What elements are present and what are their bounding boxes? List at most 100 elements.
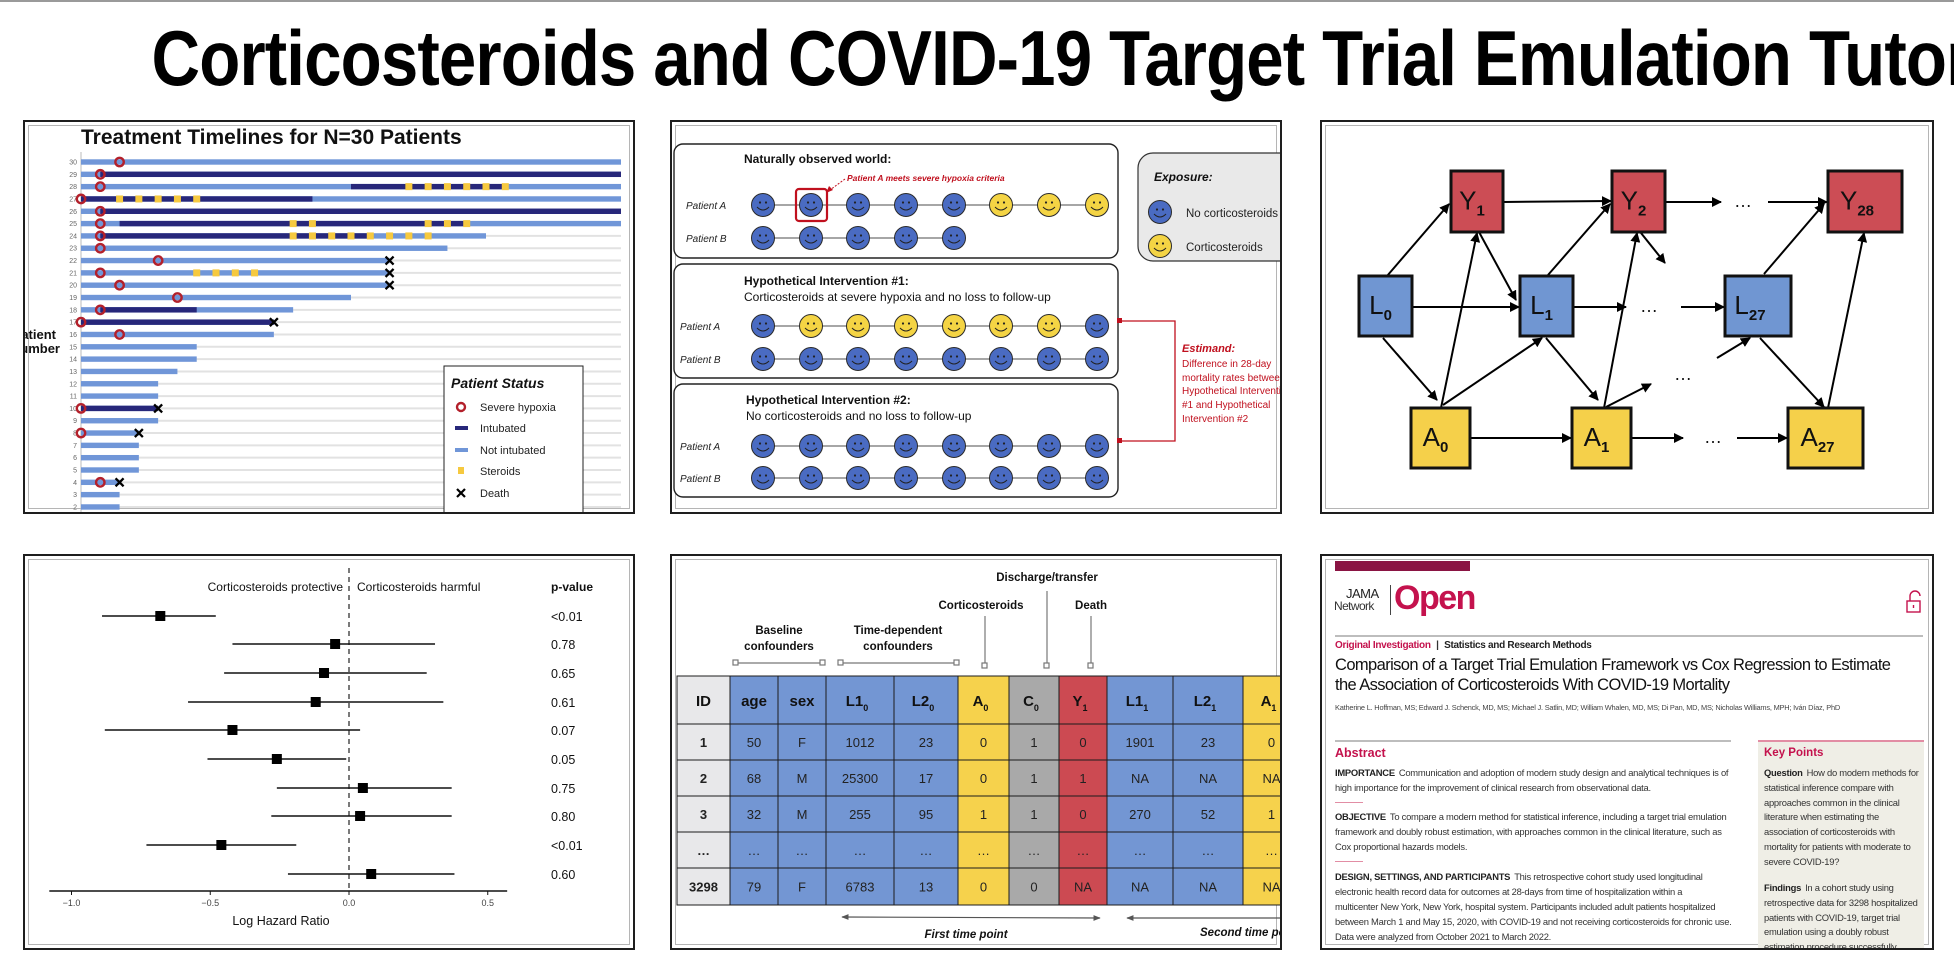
estimate-row: 0.07: [104, 724, 575, 738]
cell-value: …: [1077, 843, 1090, 858]
key-points-line: approaches common in the clinical: [1764, 796, 1900, 808]
death-label: Death: [1075, 600, 1107, 612]
node-box: [1357, 274, 1414, 338]
table-cell: 1012: [825, 723, 895, 761]
open-access-lock-icon[interactable]: [1906, 590, 1924, 616]
section-divider: [1335, 861, 1363, 862]
no-corticosteroids-face-icon: [1085, 466, 1109, 490]
cell-value: 1: [980, 807, 987, 822]
cell-value: 0: [1030, 880, 1037, 895]
article-title-line: Comparison of a Target Trial Emulation F…: [1335, 656, 1891, 674]
cell-value: 255: [849, 807, 871, 822]
steroid-marker: [482, 183, 490, 191]
treatment-timeline-panel: Treatment Timelines for N=30 Patients Pa…: [23, 120, 635, 514]
no-corticosteroids-face-icon: [942, 193, 966, 217]
face-eye: [812, 201, 816, 204]
no-corticosteroids-face-icon: [799, 347, 823, 371]
no-corticosteroids-face-icon: [942, 347, 966, 371]
column-header: L20: [893, 675, 959, 725]
column-header: A1: [1242, 675, 1280, 725]
category-link[interactable]: Original Investigation: [1335, 640, 1431, 651]
article-title-line: the Association of Corticosteroids With …: [1335, 676, 1730, 694]
face-circle: [1037, 466, 1061, 490]
legend-label: Intubated: [480, 423, 526, 435]
scenario-subtitle: No corticosteroids and no loss to follow…: [746, 409, 972, 423]
table-cell: …: [893, 831, 959, 869]
face-circle: [942, 314, 966, 338]
no-corticosteroids-face-icon: [799, 193, 823, 217]
table-cell: NA: [1106, 759, 1174, 797]
steroid-marker: [463, 220, 471, 228]
point-estimate: [357, 783, 368, 793]
cell-background: [1242, 723, 1280, 761]
patient-number-tick: 14: [69, 357, 77, 364]
article-authors: Katherine L. Hoffman, MS; Edward J. Sche…: [1335, 703, 1841, 712]
estimand-line: Difference in 28-day: [1182, 359, 1271, 370]
face-eye: [806, 234, 810, 237]
table-cell: 1: [676, 723, 731, 761]
face-circle: [942, 434, 966, 458]
patient-number-tick: 4: [73, 480, 77, 487]
point-estimate: [155, 611, 166, 621]
steroid-marker: [251, 269, 259, 277]
corticosteroids-face-icon: [1037, 193, 1061, 217]
face-eye: [1050, 201, 1054, 204]
steroid-marker: [193, 269, 201, 277]
table-cell: 79: [729, 867, 779, 906]
point-estimate: [330, 639, 341, 649]
face-eye: [812, 322, 816, 325]
legend-title: Patient Status: [451, 375, 545, 391]
point-estimate: [271, 754, 282, 764]
intubated-bar: [81, 319, 274, 325]
steroid-marker: [173, 195, 181, 203]
table-cell: M: [777, 759, 827, 797]
steroid-marker: [193, 195, 201, 203]
treatment-timeline-chart: Treatment Timelines for N=30 Patients Pa…: [25, 126, 622, 512]
no-corticosteroids-face-icon: [799, 466, 823, 490]
header-cell: [1058, 675, 1108, 725]
dag-arrow: [1478, 231, 1517, 301]
abstract-label: DESIGN, SETTINGS, AND PARTICIPANTS: [1335, 871, 1511, 882]
header-cell: [1008, 675, 1060, 725]
cell-value: 1901: [1126, 735, 1155, 750]
table-cell: …: [1058, 831, 1108, 869]
key-points-line: association of corticosteroids with: [1764, 826, 1895, 838]
steroid-marker: [501, 183, 509, 191]
patient-number-tick: 3: [73, 492, 77, 499]
face-eye: [1050, 442, 1054, 445]
face-eye: [1044, 322, 1048, 325]
estimand-line: mortality rates between: [1182, 373, 1282, 384]
key-points-line: patients with COVID-19, target trial: [1764, 911, 1900, 923]
point-estimate: [216, 840, 227, 850]
face-eye: [955, 355, 959, 358]
patient-row: 17: [69, 316, 621, 328]
section-link[interactable]: Statistics and Research Methods: [1444, 640, 1592, 651]
steroid-marker: [424, 232, 432, 240]
ellipsis: …: [1674, 364, 1692, 384]
face-eye: [853, 474, 857, 477]
p-value: 0.60: [551, 868, 575, 882]
column-header: sex: [777, 675, 827, 725]
face-eye: [901, 474, 905, 477]
key-points-line: emulation using a doubly robust: [1764, 926, 1889, 938]
patient-number-tick: 9: [73, 418, 77, 425]
column-header: L11: [1106, 675, 1174, 725]
scenario-title: Hypothetical Intervention #1:: [744, 274, 909, 288]
table-cell: 6783: [825, 867, 895, 906]
estimand-bracket: [1119, 320, 1176, 442]
no-corticosteroids-face-icon: [989, 466, 1013, 490]
key-points-line: estimation procedure successfully: [1764, 941, 1897, 950]
header-label: sex: [789, 693, 815, 710]
table-cell: …: [729, 831, 779, 869]
face-eye: [806, 201, 810, 204]
header-subscript: 1: [1143, 703, 1148, 713]
bracket-end: [1117, 438, 1122, 443]
face-circle: [751, 466, 775, 490]
corticosteroids-label: Corticosteroids: [939, 600, 1024, 612]
column-header: age: [729, 675, 779, 725]
table-cell: 0: [957, 759, 1010, 797]
patient-row: 24: [69, 230, 621, 242]
cell-value: 23: [1201, 735, 1215, 750]
table-cell: 1: [1242, 795, 1280, 833]
face-circle: [989, 347, 1013, 371]
